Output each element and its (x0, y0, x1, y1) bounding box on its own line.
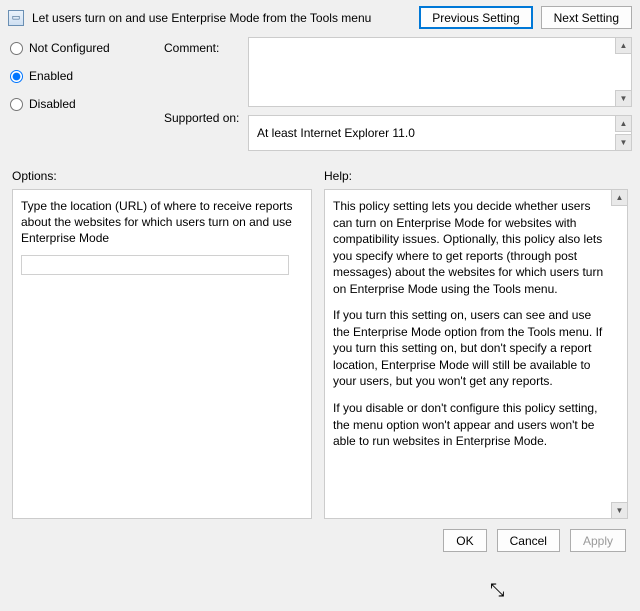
scroll-down-icon[interactable]: ▼ (615, 90, 631, 106)
comment-label: Comment: (164, 41, 244, 55)
nav-buttons: Previous Setting Next Setting (419, 6, 632, 29)
scroll-up-icon[interactable]: ▲ (611, 190, 627, 206)
supported-on-value: At least Internet Explorer 11.0 (257, 126, 415, 140)
previous-setting-button[interactable]: Previous Setting (419, 6, 532, 29)
help-label: Help: (324, 169, 628, 183)
config-area: Not Configured Enabled Disabled Comment:… (0, 33, 640, 151)
help-paragraph: This policy setting lets you decide whet… (333, 198, 605, 297)
supported-on-box: At least Internet Explorer 11.0 ▲ ▼ (248, 115, 632, 151)
help-paragraph: If you turn this setting on, users can s… (333, 307, 605, 390)
options-pane: Type the location (URL) of where to rece… (12, 189, 312, 519)
pane-labels: Options: Help: (0, 151, 640, 185)
options-label: Options: (12, 169, 312, 183)
radio-not-configured-input[interactable] (10, 42, 23, 55)
ok-button[interactable]: OK (443, 529, 486, 552)
state-radio-group: Not Configured Enabled Disabled (10, 37, 160, 151)
scroll-down-icon[interactable]: ▼ (611, 502, 627, 518)
radio-not-configured-label: Not Configured (29, 41, 110, 55)
radio-disabled[interactable]: Disabled (10, 97, 160, 111)
supported-on-label: Supported on: (164, 111, 244, 125)
radio-not-configured[interactable]: Not Configured (10, 41, 160, 55)
report-url-input[interactable] (21, 255, 289, 275)
form-fields: ▲ ▼ At least Internet Explorer 11.0 ▲ ▼ (248, 37, 632, 151)
radio-disabled-label: Disabled (29, 97, 76, 111)
help-pane: This policy setting lets you decide whet… (324, 189, 628, 519)
form-labels: Comment: Supported on: (164, 37, 244, 151)
policy-icon: ▭ (8, 10, 24, 26)
scroll-down-icon[interactable]: ▼ (615, 134, 631, 150)
radio-enabled[interactable]: Enabled (10, 69, 160, 83)
scroll-up-icon[interactable]: ▲ (615, 38, 631, 54)
apply-button[interactable]: Apply (570, 529, 626, 552)
comment-textarea[interactable]: ▲ ▼ (248, 37, 632, 107)
panes-row: Type the location (URL) of where to rece… (0, 185, 640, 519)
radio-disabled-input[interactable] (10, 98, 23, 111)
dialog-footer: OK Cancel Apply (0, 519, 640, 552)
scroll-up-icon[interactable]: ▲ (615, 116, 631, 132)
cancel-button[interactable]: Cancel (497, 529, 560, 552)
help-paragraph: If you disable or don't configure this p… (333, 400, 605, 450)
header-row: ▭ Let users turn on and use Enterprise M… (0, 0, 640, 33)
cursor-icon: ⤡ (490, 580, 504, 601)
help-text: This policy setting lets you decide whet… (333, 198, 619, 450)
radio-enabled-input[interactable] (10, 70, 23, 83)
radio-enabled-label: Enabled (29, 69, 73, 83)
next-setting-button[interactable]: Next Setting (541, 6, 632, 29)
policy-title: Let users turn on and use Enterprise Mod… (32, 11, 371, 25)
options-description: Type the location (URL) of where to rece… (21, 198, 303, 247)
